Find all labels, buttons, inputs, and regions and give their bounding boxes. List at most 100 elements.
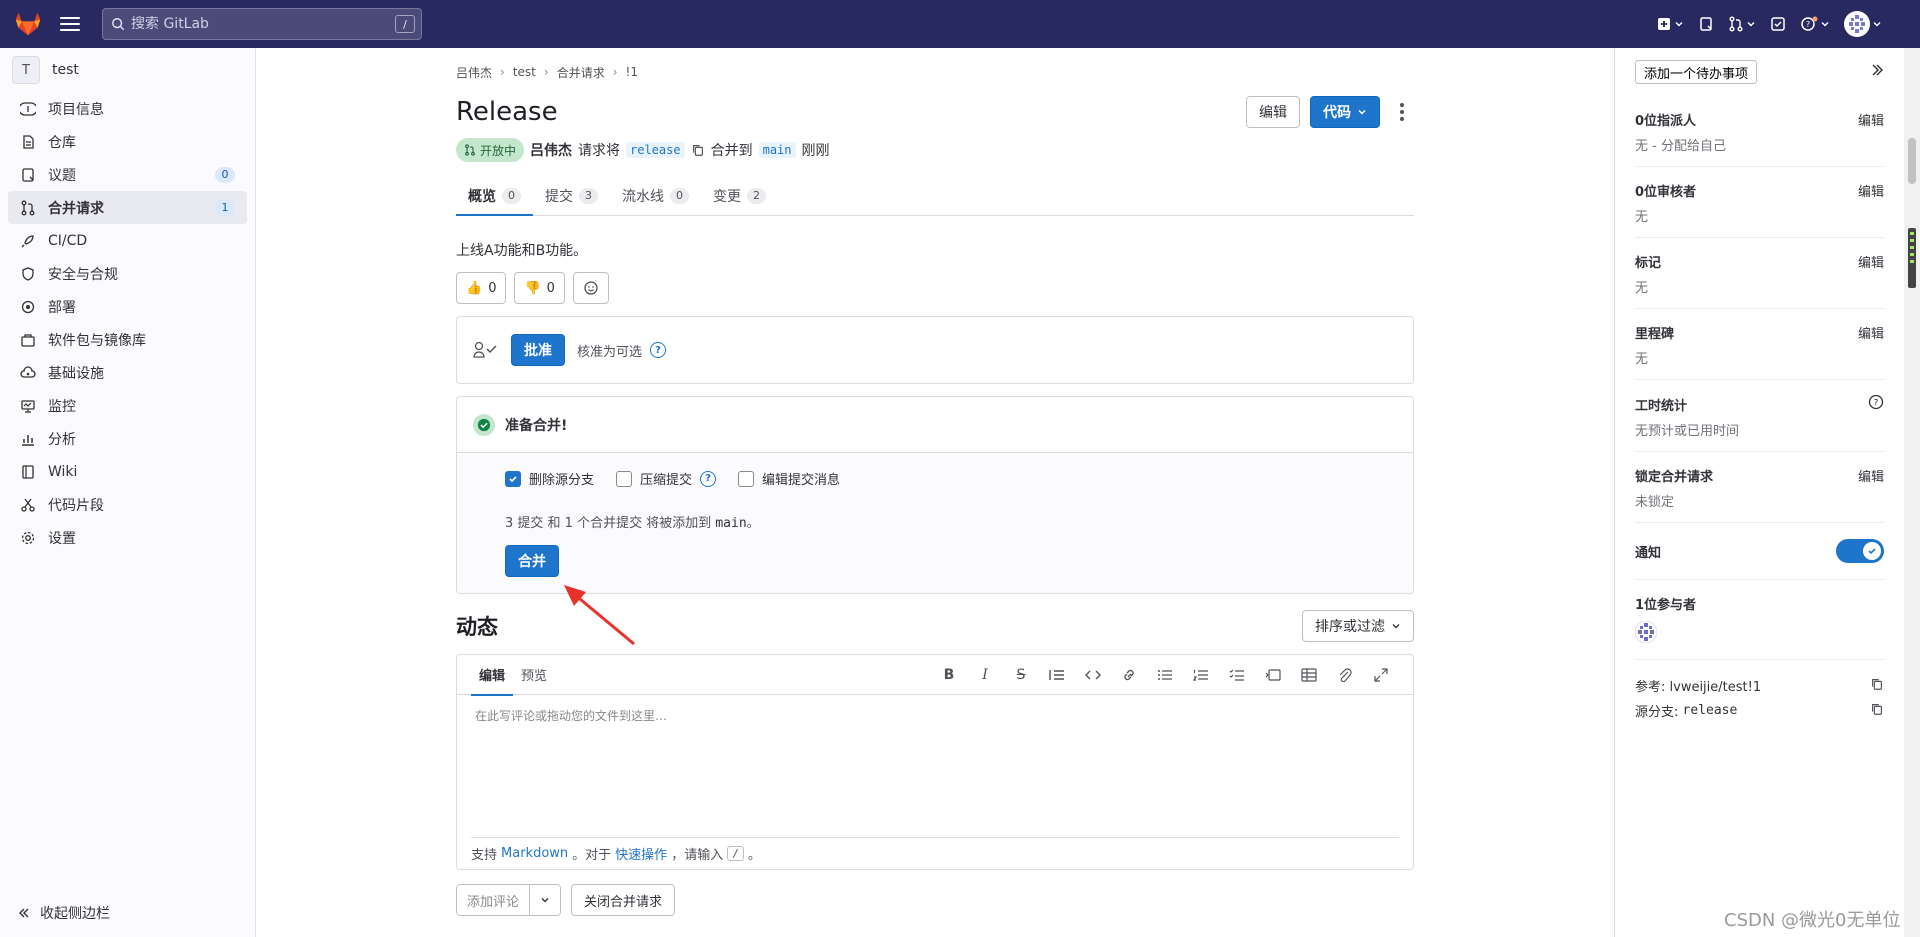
breadcrumb-mr-id[interactable]: !1 bbox=[626, 65, 638, 79]
collapsible-section-icon[interactable] bbox=[1255, 661, 1291, 689]
sort-filter-dropdown[interactable]: 排序或过滤 bbox=[1302, 610, 1414, 642]
help-nav-button[interactable]: ? bbox=[1800, 16, 1830, 32]
scroll-thumb[interactable] bbox=[1908, 138, 1916, 184]
italic-icon[interactable]: I bbox=[967, 661, 1003, 689]
edit-button[interactable]: 编辑 bbox=[1246, 96, 1300, 128]
merge-info-suffix: 。 bbox=[746, 516, 760, 531]
edit-assignee-button[interactable]: 编辑 bbox=[1858, 110, 1884, 129]
strikethrough-icon[interactable]: S bbox=[1003, 661, 1039, 689]
award-emoji-bar: 👍 0 👎 0 bbox=[456, 272, 1414, 304]
edit-milestone-button[interactable]: 编辑 bbox=[1858, 323, 1884, 342]
sidebar-item-settings[interactable]: 设置 bbox=[8, 521, 247, 554]
markdown-link[interactable]: Markdown bbox=[501, 846, 568, 861]
collapse-sidebar-button[interactable]: 收起侧边栏 bbox=[18, 903, 110, 923]
bullet-list-icon[interactable] bbox=[1147, 661, 1183, 689]
labels-label: 标记 bbox=[1635, 256, 1662, 271]
gitlab-logo-icon[interactable] bbox=[14, 10, 42, 38]
tab-preview[interactable]: 预览 bbox=[513, 655, 555, 695]
todos-nav-button[interactable] bbox=[1770, 16, 1786, 32]
tab-changes[interactable]: 变更 2 bbox=[701, 176, 778, 215]
sidebar-item-monitor[interactable]: 监控 bbox=[8, 389, 247, 422]
breadcrumb-user[interactable]: 吕伟杰 bbox=[456, 64, 492, 81]
tab-overview[interactable]: 概览 0 bbox=[456, 176, 533, 216]
help-icon[interactable]: ? bbox=[1868, 394, 1884, 414]
add-reaction-button[interactable] bbox=[572, 272, 609, 304]
quick-actions-link[interactable]: 快速操作 bbox=[615, 844, 667, 863]
task-list-icon[interactable] bbox=[1219, 661, 1255, 689]
more-actions-button[interactable] bbox=[1390, 96, 1414, 128]
assignee-value[interactable]: 无 - 分配给自己 bbox=[1635, 135, 1884, 154]
add-todo-button[interactable]: 添加一个待办事项 bbox=[1635, 60, 1758, 84]
copy-reference-icon[interactable] bbox=[1870, 677, 1884, 695]
sidebar-item-analytics[interactable]: 分析 bbox=[8, 422, 247, 455]
issues-count-badge: 0 bbox=[215, 166, 235, 183]
copy-icon[interactable] bbox=[691, 143, 705, 157]
sidebar-item-label: 仓库 bbox=[48, 134, 76, 151]
notifications-toggle[interactable] bbox=[1836, 539, 1884, 563]
search-box[interactable]: / bbox=[102, 8, 422, 40]
create-new-button[interactable] bbox=[1656, 16, 1684, 32]
breadcrumb-merge-requests[interactable]: 合并请求 bbox=[557, 64, 605, 81]
attach-file-icon[interactable] bbox=[1327, 661, 1363, 689]
delete-source-branch-checkbox[interactable]: 删除源分支 bbox=[505, 469, 594, 488]
minimap-widget bbox=[1908, 228, 1916, 288]
code-icon[interactable] bbox=[1075, 661, 1111, 689]
tab-count: 0 bbox=[502, 187, 521, 204]
page-scrollbar[interactable] bbox=[1904, 48, 1920, 937]
sidebar-item-packages[interactable]: 软件包与镜像库 bbox=[8, 323, 247, 356]
fullscreen-icon[interactable] bbox=[1363, 661, 1399, 689]
sidebar-item-repository[interactable]: 仓库 bbox=[8, 125, 247, 158]
mr-description: 上线A功能和B功能。 bbox=[456, 243, 588, 259]
settings-icon bbox=[20, 530, 36, 546]
sidebar-item-merge-requests[interactable]: 合并请求 1 bbox=[8, 191, 247, 224]
comment-type-dropdown[interactable] bbox=[529, 885, 561, 915]
tab-write[interactable]: 编辑 bbox=[471, 655, 514, 696]
edit-commit-message-checkbox[interactable]: 编辑提交消息 bbox=[738, 469, 840, 488]
author-link[interactable]: 吕伟杰 bbox=[530, 140, 572, 160]
collapse-right-sidebar-icon[interactable] bbox=[1870, 63, 1884, 81]
sidebar-item-issues[interactable]: 议题 0 bbox=[8, 158, 247, 191]
sidebar-item-project-info[interactable]: 项目信息 bbox=[8, 92, 247, 125]
approve-button[interactable]: 批准 bbox=[511, 334, 565, 366]
thumbs-down-button[interactable]: 👎 0 bbox=[514, 272, 565, 304]
help-icon[interactable]: ? bbox=[700, 470, 717, 487]
sidebar-item-wiki[interactable]: Wiki bbox=[8, 455, 247, 488]
tab-commits[interactable]: 提交 3 bbox=[533, 176, 610, 215]
edit-lock-button[interactable]: 编辑 bbox=[1858, 466, 1884, 485]
breadcrumb-project[interactable]: test bbox=[513, 65, 536, 79]
close-mr-button[interactable]: 关闭合并请求 bbox=[571, 884, 676, 916]
sidebar-item-deployments[interactable]: 部署 bbox=[8, 290, 247, 323]
tab-pipelines[interactable]: 流水线 0 bbox=[610, 176, 701, 215]
help-icon[interactable]: ? bbox=[650, 342, 667, 358]
thumbs-up-button[interactable]: 👍 0 bbox=[456, 272, 507, 304]
bold-icon[interactable]: B bbox=[931, 661, 967, 689]
sidebar-item-ci-cd[interactable]: CI/CD bbox=[8, 224, 247, 257]
copy-branch-icon[interactable] bbox=[1870, 702, 1884, 720]
add-comment-button[interactable]: 添加评论 bbox=[457, 885, 530, 915]
participant-avatar[interactable] bbox=[1634, 620, 1884, 647]
edit-reviewer-button[interactable]: 编辑 bbox=[1858, 181, 1884, 200]
table-icon[interactable] bbox=[1291, 661, 1327, 689]
source-branch[interactable]: release bbox=[626, 142, 685, 158]
quote-icon[interactable] bbox=[1039, 661, 1075, 689]
search-input[interactable] bbox=[131, 16, 395, 32]
sidebar-item-infrastructure[interactable]: 基础设施 bbox=[8, 356, 247, 389]
issues-nav-button[interactable] bbox=[1698, 16, 1714, 32]
main-menu-button[interactable] bbox=[60, 17, 80, 31]
chevron-down-icon bbox=[1392, 624, 1400, 629]
squash-commits-checkbox[interactable]: 压缩提交 ? bbox=[616, 469, 717, 488]
breadcrumb-separator: › bbox=[500, 65, 505, 79]
tab-count: 2 bbox=[747, 187, 766, 204]
sidebar-item-snippets[interactable]: 代码片段 bbox=[8, 488, 247, 521]
link-icon[interactable] bbox=[1111, 661, 1147, 689]
merge-button[interactable]: 合并 bbox=[505, 545, 559, 577]
edit-labels-button[interactable]: 编辑 bbox=[1858, 252, 1884, 271]
sidebar-item-security[interactable]: 安全与合规 bbox=[8, 257, 247, 290]
project-header[interactable]: T test bbox=[0, 48, 255, 92]
user-menu-button[interactable] bbox=[1844, 11, 1882, 37]
target-branch[interactable]: main bbox=[758, 142, 796, 158]
comment-textarea[interactable] bbox=[457, 695, 1413, 825]
numbered-list-icon[interactable] bbox=[1183, 661, 1219, 689]
code-dropdown-button[interactable]: 代码 bbox=[1310, 96, 1380, 128]
merge-requests-nav-button[interactable] bbox=[1728, 16, 1756, 32]
